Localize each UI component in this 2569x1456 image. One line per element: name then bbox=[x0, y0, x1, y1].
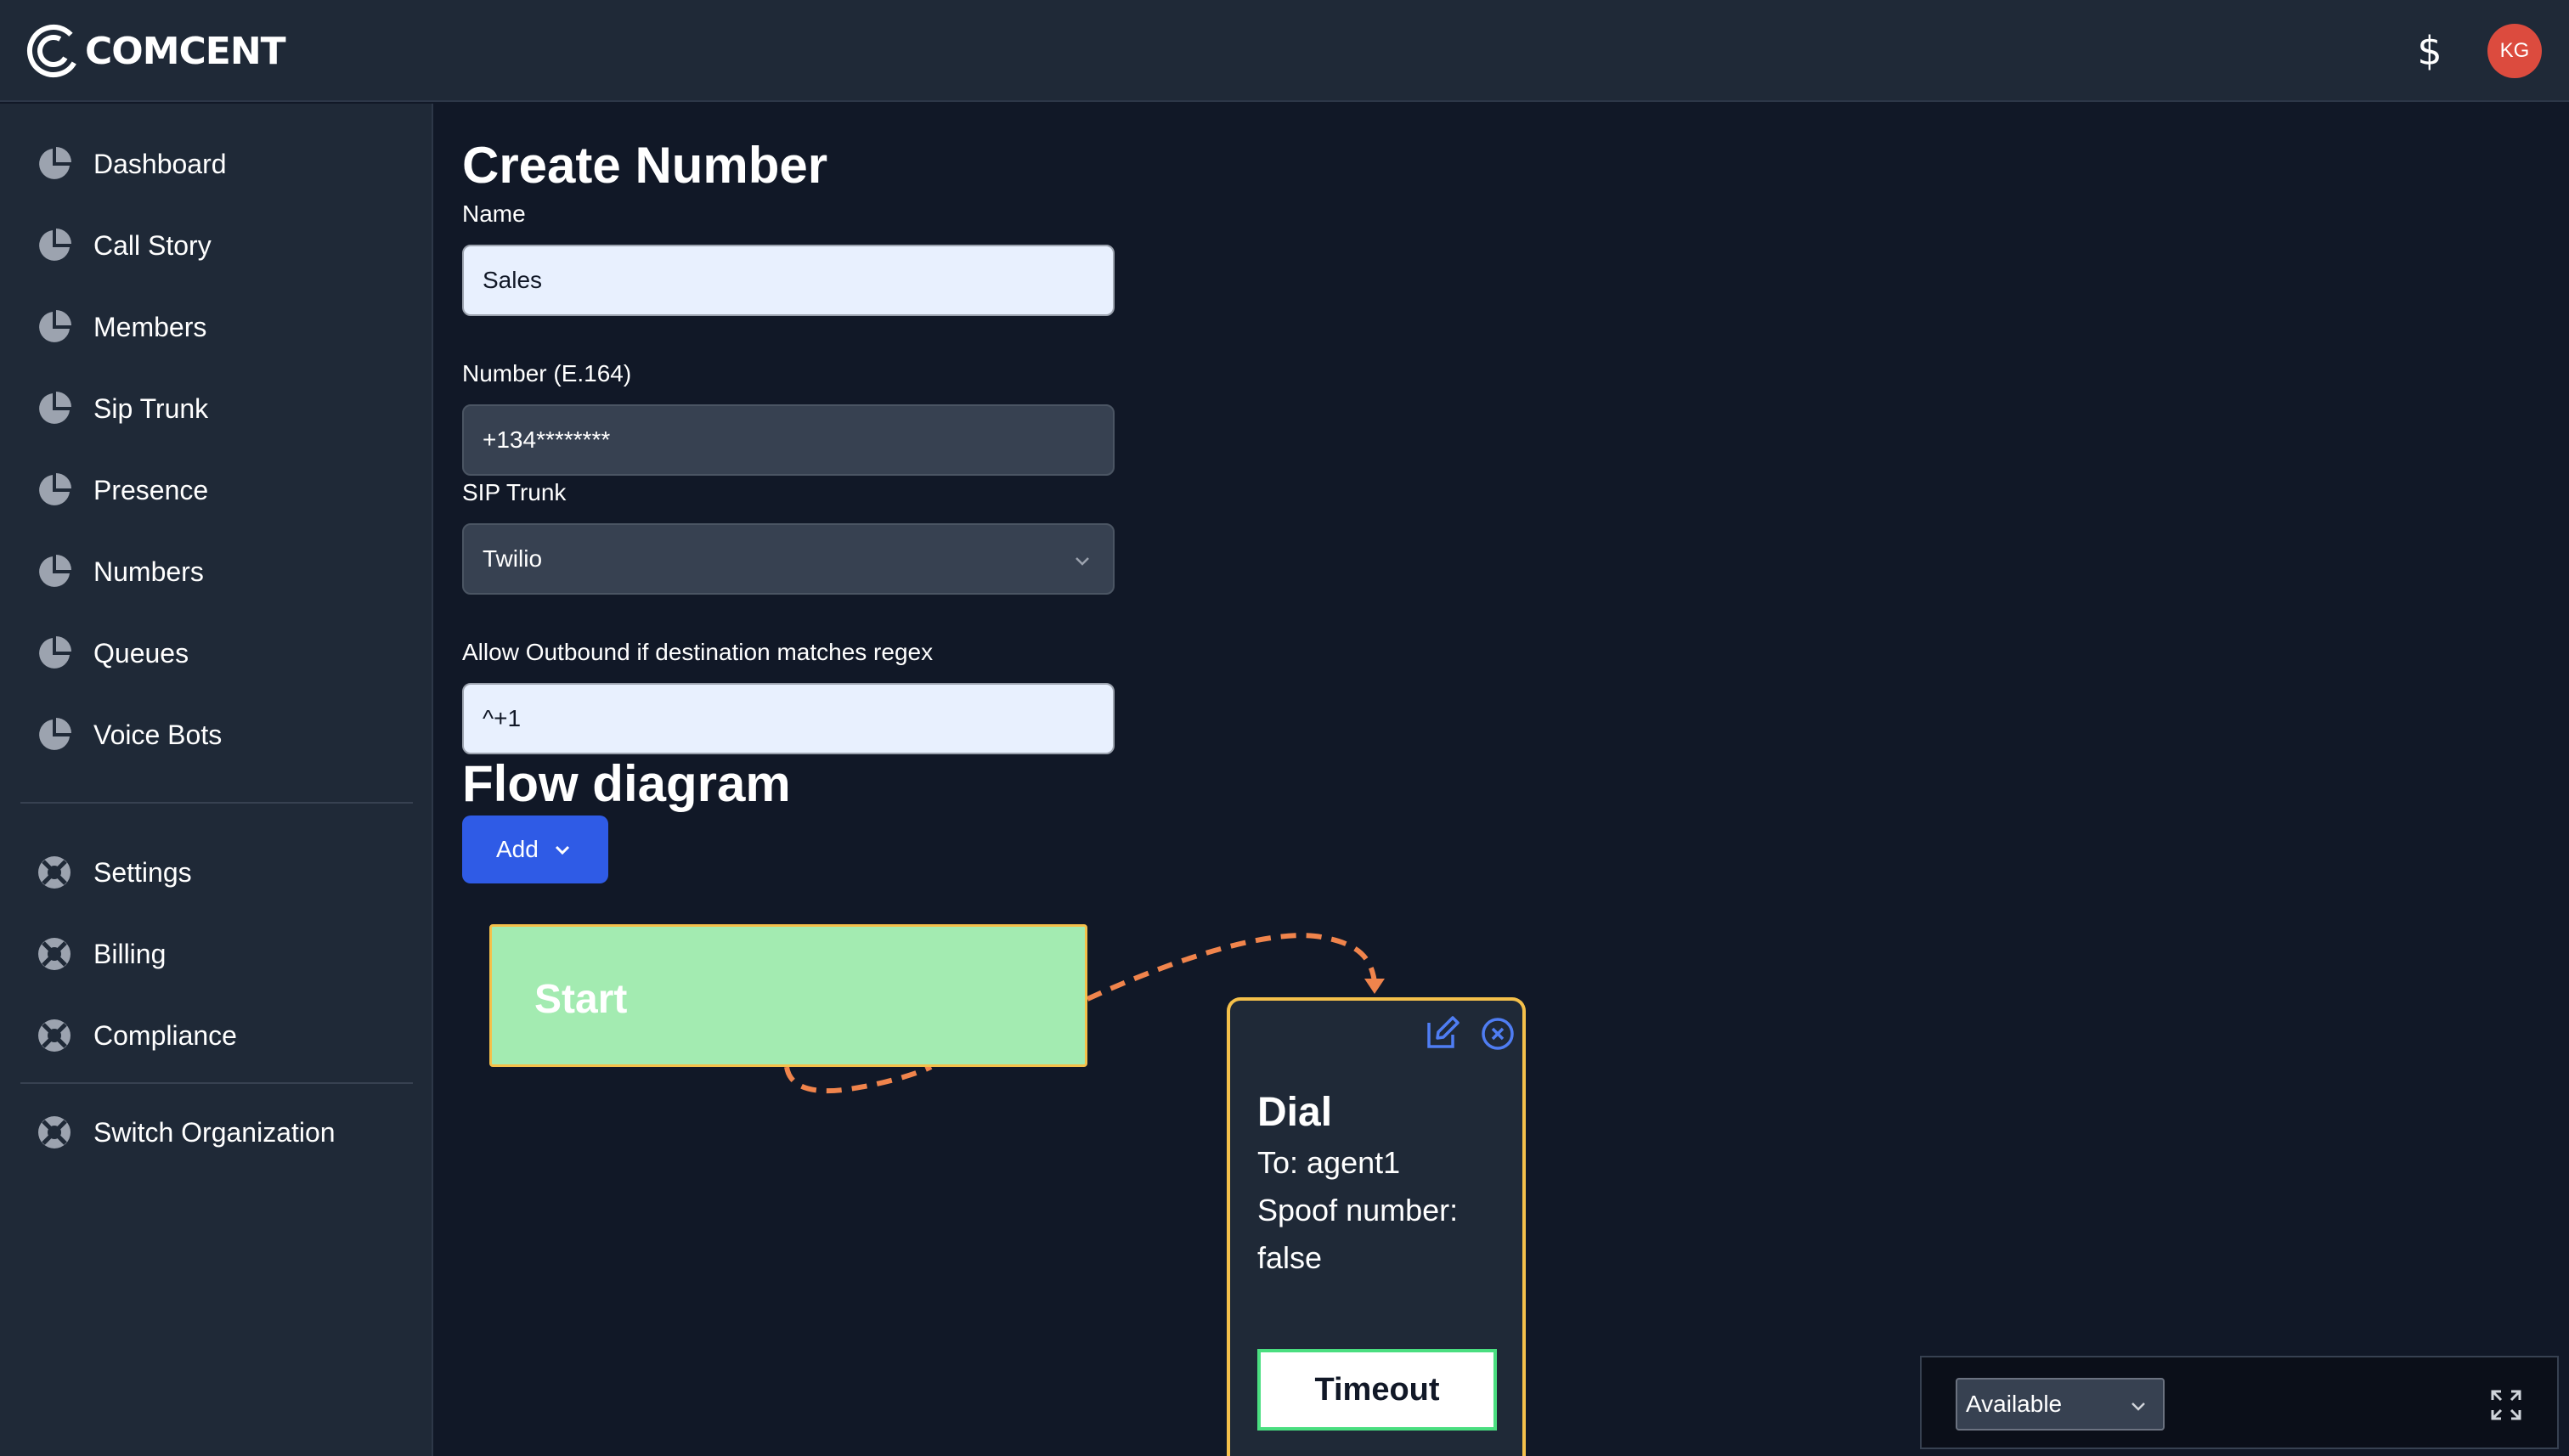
sidebar-item-label: Sip Trunk bbox=[93, 392, 209, 424]
chevron-down-icon bbox=[555, 845, 569, 855]
sidebar-item-label: Voice Bots bbox=[93, 719, 223, 750]
sidebar-item-billing[interactable]: Billing bbox=[17, 924, 416, 984]
sidebar-item-label: Members bbox=[93, 311, 207, 342]
sip-trunk-label: SIP Trunk bbox=[462, 479, 567, 505]
page-title: Create Number bbox=[462, 137, 828, 194]
sidebar-item-label: Presence bbox=[93, 474, 209, 505]
pie-chart-icon bbox=[39, 636, 71, 669]
pie-chart-icon bbox=[39, 147, 71, 179]
sidebar-item-label: Switch Organization bbox=[93, 1116, 336, 1148]
regex-input[interactable]: ^+1 bbox=[462, 683, 1115, 754]
add-button[interactable]: Add bbox=[462, 815, 608, 883]
flow-edge bbox=[1086, 933, 1377, 1002]
sidebar-item-label: Billing bbox=[93, 938, 167, 969]
pie-chart-icon bbox=[39, 229, 71, 261]
life-ring-icon bbox=[38, 1116, 71, 1148]
pie-chart-icon bbox=[39, 392, 71, 424]
timeout-button[interactable]: Timeout bbox=[1257, 1349, 1497, 1431]
sidebar-item-sip-trunk[interactable]: Sip Trunk bbox=[17, 379, 416, 438]
sidebar-item-settings[interactable]: Settings bbox=[17, 843, 416, 902]
sidebar-item-voice-bots[interactable]: Voice Bots bbox=[17, 705, 416, 765]
sidebar-item-label: Numbers bbox=[93, 556, 204, 587]
dial-node-to: To: agent1 bbox=[1257, 1145, 1401, 1180]
pie-chart-icon bbox=[39, 718, 71, 750]
sidebar-item-label: Queues bbox=[93, 637, 189, 669]
status-select[interactable]: Available bbox=[1956, 1378, 2165, 1431]
sip-trunk-value: Twilio bbox=[483, 545, 543, 572]
comcent-logo-icon bbox=[26, 24, 80, 77]
sidebar-divider bbox=[20, 1082, 413, 1084]
dial-node-spoof-value: false bbox=[1257, 1240, 1323, 1275]
sidebar-item-compliance[interactable]: Compliance bbox=[17, 1006, 416, 1065]
flow-edge-loop bbox=[784, 1064, 933, 1094]
logo-text: COMCENT bbox=[85, 29, 286, 73]
number-input[interactable]: +134******** bbox=[462, 404, 1115, 476]
top-header: COMCENT $ KG bbox=[0, 0, 2569, 102]
start-node[interactable]: Start bbox=[489, 924, 1087, 1067]
life-ring-icon bbox=[38, 1019, 71, 1052]
sidebar-item-call-story[interactable]: Call Story bbox=[17, 216, 416, 275]
avatar[interactable]: KG bbox=[2487, 24, 2542, 78]
sidebar-item-switch-organization[interactable]: Switch Organization bbox=[17, 1103, 416, 1162]
sidebar-item-label: Dashboard bbox=[93, 148, 227, 179]
sidebar-item-presence[interactable]: Presence bbox=[17, 460, 416, 520]
sidebar-item-dashboard[interactable]: Dashboard bbox=[17, 134, 416, 194]
sidebar-item-label: Compliance bbox=[93, 1019, 237, 1051]
pie-chart-icon bbox=[39, 473, 71, 505]
dollar-icon[interactable]: $ bbox=[2413, 25, 2447, 76]
regex-label: Allow Outbound if destination matches re… bbox=[462, 639, 934, 665]
chevron-down-icon bbox=[1076, 557, 1089, 566]
life-ring-icon bbox=[38, 856, 71, 889]
chevron-down-icon bbox=[2131, 1402, 2145, 1411]
life-ring-icon bbox=[38, 938, 71, 970]
name-label: Name bbox=[462, 200, 526, 227]
pie-chart-icon bbox=[39, 310, 71, 342]
flow-edge-arrowhead bbox=[1364, 979, 1385, 994]
sidebar-item-members[interactable]: Members bbox=[17, 297, 416, 357]
sidebar-item-numbers[interactable]: Numbers bbox=[17, 542, 416, 601]
edit-icon[interactable] bbox=[1424, 1014, 1461, 1052]
dial-node[interactable]: Dial To: agent1 Spoof number: false Time… bbox=[1227, 997, 1526, 1456]
add-button-label: Add bbox=[496, 836, 539, 862]
pie-chart-icon bbox=[39, 555, 71, 587]
sidebar-item-label: Settings bbox=[93, 856, 192, 888]
dial-node-title: Dial bbox=[1257, 1090, 1333, 1135]
close-icon[interactable] bbox=[1480, 1016, 1516, 1052]
sidebar-item-queues[interactable]: Queues bbox=[17, 624, 416, 683]
number-label: Number (E.164) bbox=[462, 360, 632, 387]
sidebar-divider bbox=[20, 802, 413, 804]
start-node-label: Start bbox=[534, 977, 628, 1022]
sidebar-item-label: Call Story bbox=[93, 229, 212, 261]
status-select-value: Available bbox=[1966, 1391, 2063, 1417]
expand-icon[interactable] bbox=[2487, 1386, 2525, 1424]
dial-node-spoof-label: Spoof number: bbox=[1257, 1193, 1459, 1227]
status-panel: Available bbox=[1920, 1356, 2559, 1449]
comcent-logo[interactable]: COMCENT bbox=[25, 20, 286, 82]
sip-trunk-select[interactable]: Twilio bbox=[462, 523, 1115, 595]
name-input[interactable]: Sales bbox=[462, 245, 1115, 316]
flow-diagram-title: Flow diagram bbox=[462, 755, 791, 812]
